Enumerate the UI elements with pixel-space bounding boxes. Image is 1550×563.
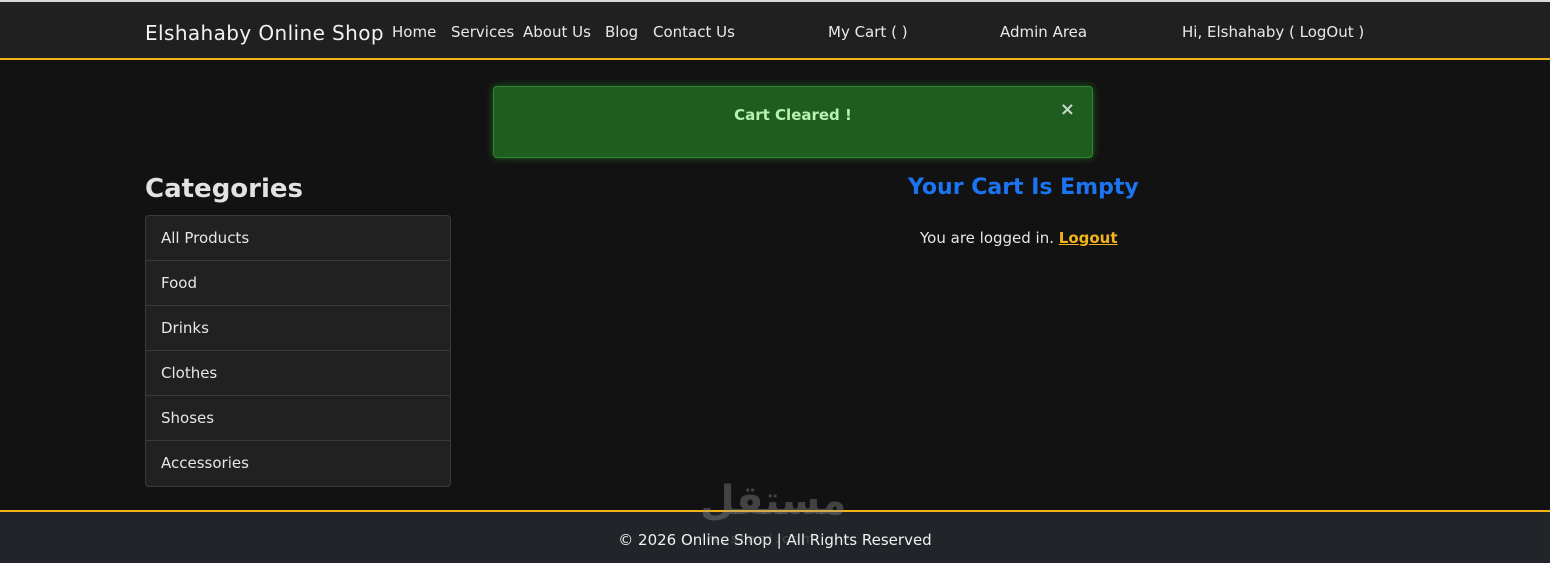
nav-link-contact[interactable]: Contact Us (653, 23, 735, 41)
category-item-drinks[interactable]: Drinks (146, 306, 450, 351)
nav-link-admin-area[interactable]: Admin Area (1000, 23, 1087, 41)
logout-link[interactable]: Logout (1059, 229, 1118, 247)
alert-message: Cart Cleared ! (734, 106, 852, 124)
login-status-text: You are logged in. (920, 229, 1054, 247)
top-navbar: Elshahaby Online Shop Home Services Abou… (0, 0, 1550, 60)
nav-user-logout[interactable]: Hi, Elshahaby ( LogOut ) (1182, 23, 1364, 41)
category-item-shoses[interactable]: Shoses (146, 396, 450, 441)
nav-link-about[interactable]: About Us (523, 23, 591, 41)
nav-link-services[interactable]: Services (451, 23, 514, 41)
category-item-accessories[interactable]: Accessories (146, 441, 450, 486)
brand-logo-text[interactable]: Elshahaby Online Shop (145, 21, 384, 45)
footer-copyright: © 2026 Online Shop | All Rights Reserved (618, 531, 932, 549)
categories-heading: Categories (145, 174, 304, 204)
category-item-food[interactable]: Food (146, 261, 450, 306)
nav-link-blog[interactable]: Blog (605, 23, 638, 41)
category-item-clothes[interactable]: Clothes (146, 351, 450, 396)
close-icon[interactable]: × (1060, 100, 1075, 120)
page-footer: © 2026 Online Shop | All Rights Reserved (0, 510, 1550, 563)
nav-link-my-cart[interactable]: My Cart ( ) (828, 23, 908, 41)
category-item-all-products[interactable]: All Products (146, 216, 450, 261)
nav-link-home[interactable]: Home (392, 23, 436, 41)
login-status: You are logged in. Logout (920, 229, 1118, 247)
categories-list: All Products Food Drinks Clothes Shoses … (145, 215, 451, 487)
cart-empty-heading: Your Cart Is Empty (908, 175, 1139, 200)
success-alert: Cart Cleared ! × (493, 86, 1093, 158)
